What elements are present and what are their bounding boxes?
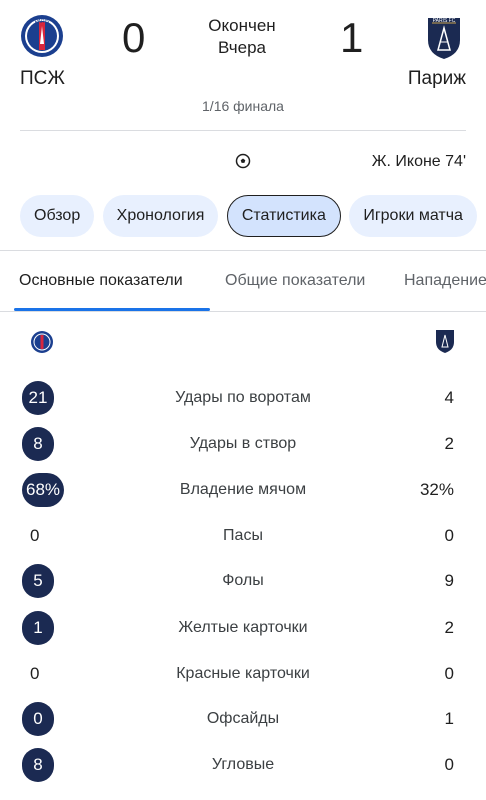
home-team-name[interactable]: ПСЖ <box>20 68 65 90</box>
match-tabs: Обзор Хронология Статистика Игроки матча <box>20 195 481 237</box>
stat-row: 68% Владение мячом 32% <box>0 473 486 507</box>
round-label: 1/16 финала <box>202 98 284 114</box>
away-stat-value: 0 <box>444 526 454 545</box>
stat-row: 5 Фолы 9 <box>0 564 486 598</box>
tab-timeline[interactable]: Хронология <box>102 195 219 237</box>
stat-label: Фолы <box>222 572 264 589</box>
away-stat-value: 2 <box>444 434 454 453</box>
psg-small-crest-icon <box>30 330 54 354</box>
away-team-name[interactable]: Париж <box>408 68 466 90</box>
soccer-ball-icon <box>235 153 251 169</box>
stat-label: Владение мячом <box>179 481 307 498</box>
stat-row: 8 Угловые 0 <box>0 748 486 782</box>
tab-lineups[interactable]: Игроки матча <box>349 195 477 237</box>
stat-label: Желтые карточки <box>178 619 308 636</box>
away-stat-value: 32% <box>419 480 454 499</box>
goal-scorer[interactable]: Ж. Иконе 74' <box>372 153 466 171</box>
away-stat-value: 2 <box>444 618 454 637</box>
subtab-general-stats[interactable]: Общие показатели <box>225 272 365 290</box>
tabs-divider <box>0 250 486 251</box>
stat-label: Угловые <box>211 756 275 773</box>
stat-label: Пасы <box>223 527 263 544</box>
stat-label: Удары по воротам <box>175 389 311 406</box>
tab-statistics[interactable]: Статистика <box>226 195 341 237</box>
stat-row: 0 Офсайды 1 <box>0 702 486 736</box>
psg-crest-icon[interactable]: PARIS <box>20 14 64 58</box>
stat-label: Офсайды <box>206 710 280 727</box>
subtabs-divider <box>0 311 486 312</box>
stat-row: 1 Желтые карточки 2 <box>0 611 486 645</box>
away-stat-value: 0 <box>444 755 454 774</box>
match-status: Окончен <box>208 16 276 35</box>
paris-fc-logo-text: PARIS FC <box>433 18 456 24</box>
home-score: 0 <box>122 14 146 61</box>
paris-fc-crest-icon[interactable]: PARIS FC <box>424 14 464 60</box>
stat-row: 21 Удары по воротам 4 <box>0 381 486 415</box>
stat-row: 0 Красные карточки 0 <box>0 657 486 691</box>
away-score: 1 <box>340 14 364 61</box>
stat-row: 8 Удары в створ 2 <box>0 427 486 461</box>
subtab-key-stats[interactable]: Основные показатели <box>19 272 183 290</box>
away-stat-value: 0 <box>444 664 454 683</box>
psg-logo-text: PARIS <box>35 19 50 25</box>
subtab-attack[interactable]: Нападение <box>404 272 486 290</box>
stat-label: Красные карточки <box>176 665 310 682</box>
stat-row: 0 Пасы 0 <box>0 519 486 553</box>
away-stat-value: 1 <box>444 709 454 728</box>
header-divider <box>20 130 466 131</box>
stat-label: Удары в створ <box>189 435 297 452</box>
tab-overview[interactable]: Обзор <box>20 195 95 237</box>
match-date: Вчера <box>218 38 266 57</box>
away-stat-value: 9 <box>444 571 454 590</box>
paris-fc-small-crest-icon <box>434 328 456 354</box>
away-stat-value: 4 <box>444 388 454 407</box>
